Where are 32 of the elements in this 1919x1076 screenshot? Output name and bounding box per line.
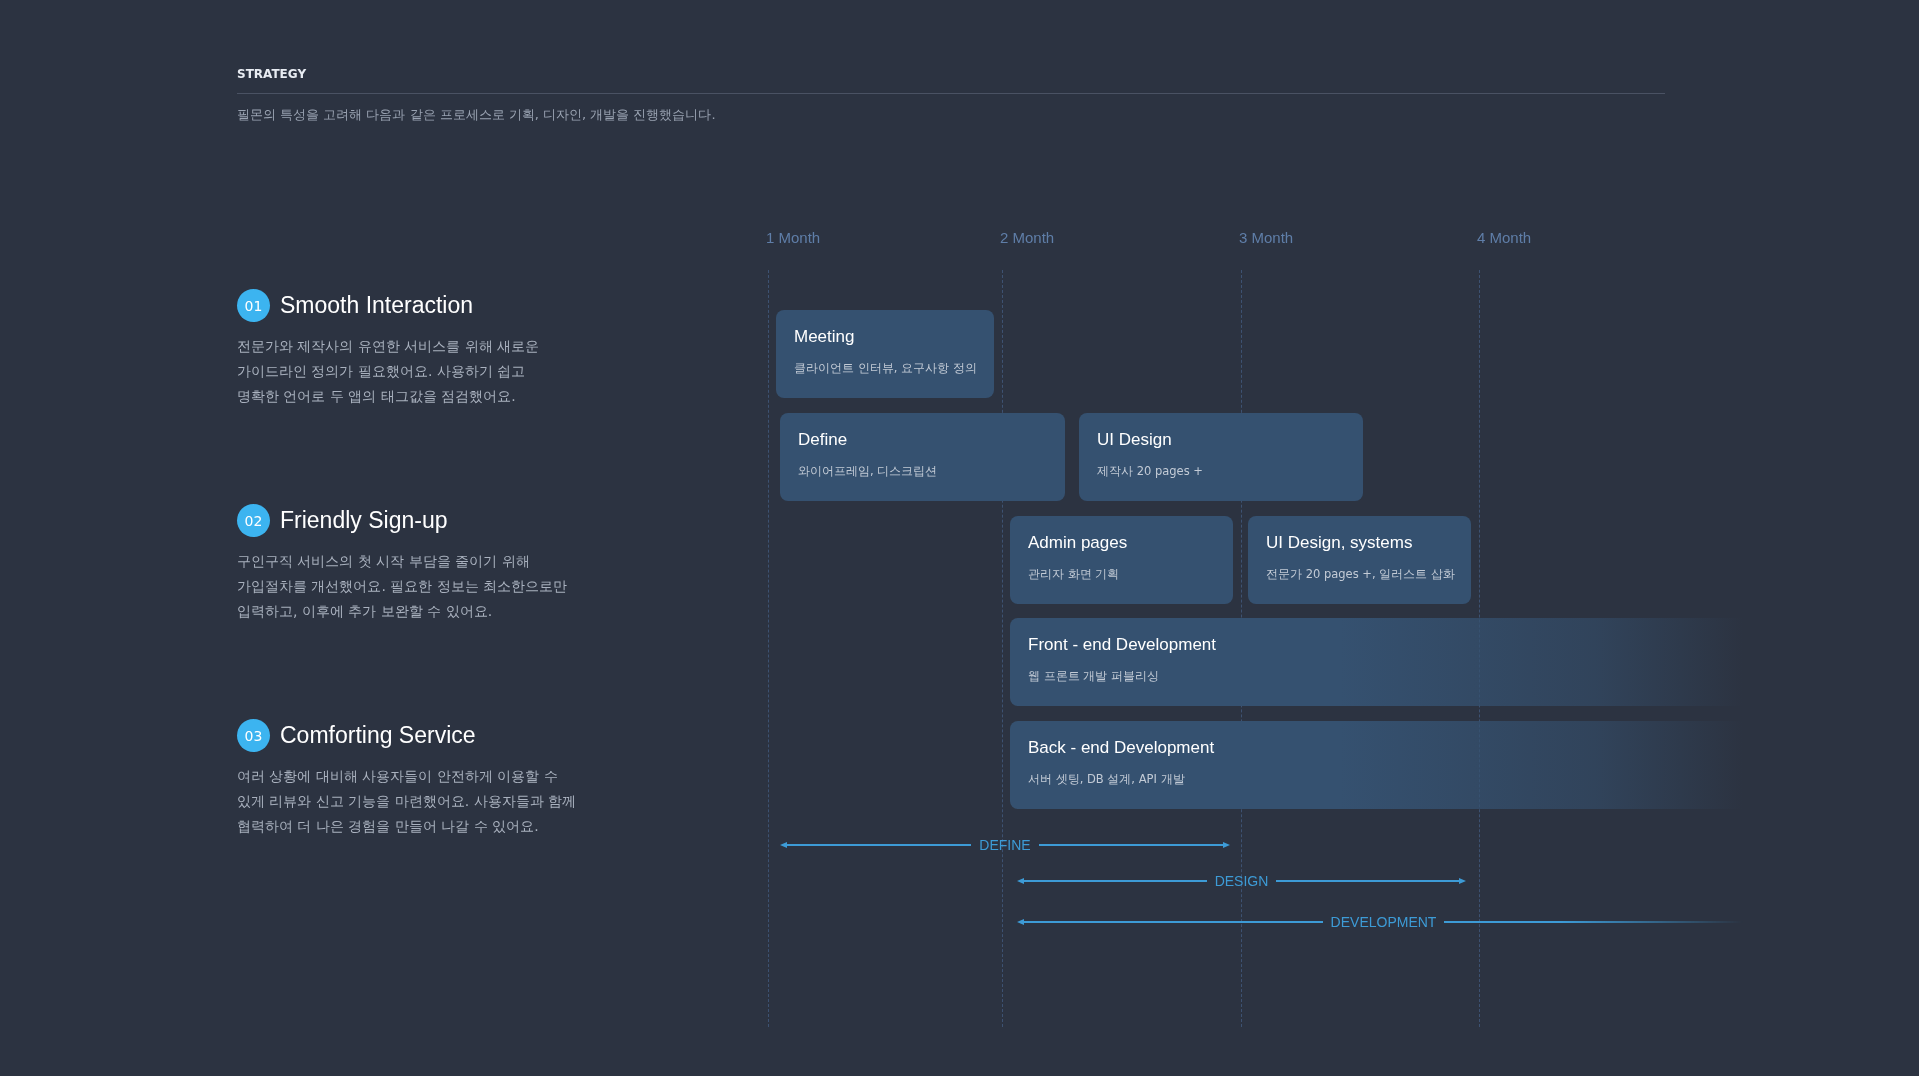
task-title: Admin pages — [1028, 533, 1129, 553]
task-title: UI Design, systems — [1266, 533, 1414, 553]
phase-label: DEVELOPMENT — [1329, 914, 1438, 930]
month-label: 4 Month — [1477, 229, 1532, 246]
task-title: Meeting — [794, 327, 856, 347]
task-title: UI Design — [1097, 430, 1173, 450]
task-detail: 클라이언트 인터뷰, 요구사항 정의 — [794, 361, 976, 376]
phase-label: DESIGN — [1213, 873, 1270, 889]
feature-description: 구인구직 서비스의 첫 시작 부담을 줄이기 위해 가입절차를 개선했어요. 필요한 정보는 최소한으로만 입력하고, 이후에 추가 보완할 수 있어요. — [237, 552, 569, 621]
feature-title: Comforting Service — [280, 722, 476, 749]
month-label: 3 Month — [1239, 229, 1294, 246]
task-title: Define — [798, 430, 849, 450]
number-badge: 01 — [237, 289, 270, 322]
task-detail: 웹 프론트 개발 퍼블리싱 — [1028, 669, 1160, 684]
section-heading: STRATEGY — [237, 67, 308, 83]
phase-label: DEFINE — [978, 837, 1032, 853]
task-detail: 관리자 화면 기획 — [1028, 567, 1121, 582]
task-detail: 전문가 20 pages +, 일러스트 삽화 — [1266, 567, 1453, 582]
number-badge: 02 — [237, 504, 270, 537]
task-detail: 서버 셋팅, DB 설계, API 개발 — [1028, 772, 1186, 787]
task-title: Back - end Development — [1028, 738, 1216, 758]
task-detail: 와이어프레임, 디스크립션 — [798, 464, 939, 479]
task-detail: 제작사 20 pages + — [1097, 464, 1204, 479]
month-label: 2 Month — [1000, 229, 1055, 246]
number-badge: 03 — [237, 719, 270, 752]
feature-description: 전문가와 제작사의 유연한 서비스를 위해 새로운 가이드라인 정의가 필요했어요. 사용하기 쉽고 명확한 언어로 두 앱의 태그값을 점검했어요. — [237, 337, 541, 406]
feature-title: Smooth Interaction — [280, 292, 474, 319]
feature-description: 여러 상황에 대비해 사용자들이 안전하게 이용할 수 있게 리뷰와 신고 기능을 마련했어요. 사용자들과 함께 협력하여 더 나은 경험을 만들어 나갈 수 있어요. — [237, 767, 578, 836]
feature-title: Friendly Sign-up — [280, 507, 448, 534]
month-label: 1 Month — [766, 229, 821, 246]
section-description: 필몬의 특성을 고려해 다음과 같은 프로세스로 기획, 디자인, 개발을 진행했습니다. — [237, 106, 717, 124]
task-title: Front - end Development — [1028, 635, 1218, 655]
